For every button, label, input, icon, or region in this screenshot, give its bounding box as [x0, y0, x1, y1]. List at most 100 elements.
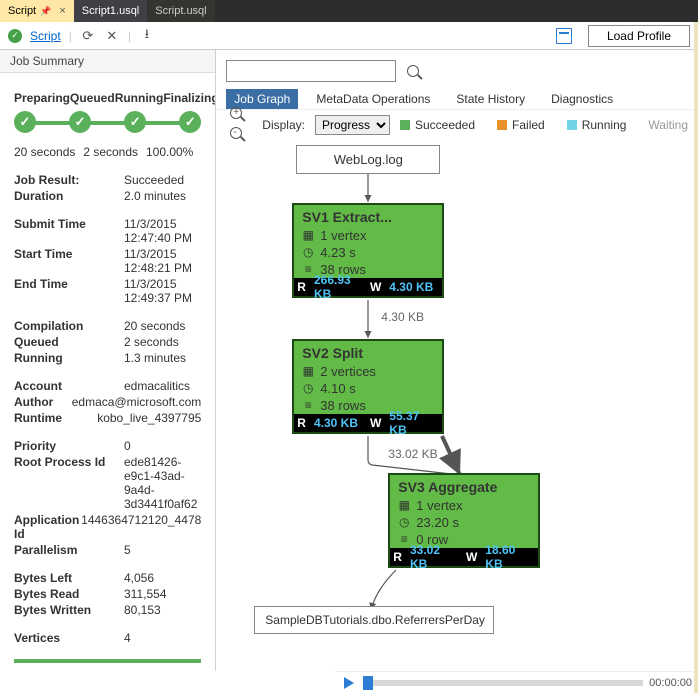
kv-row: Duration2.0 minutes — [14, 189, 201, 203]
kv-value: 311,554 — [124, 587, 201, 601]
cancel-icon[interactable]: ✕ — [104, 28, 120, 44]
load-profile-button[interactable]: Load Profile — [588, 25, 690, 47]
search-icon — [407, 65, 419, 77]
kv-row: Vertices4 — [14, 631, 201, 645]
kv-row: Accountedmacalitics — [14, 379, 201, 393]
feedback-icon[interactable] — [556, 28, 572, 44]
graph-node-sv2[interactable]: SV2 Split ▦2 vertices ◷4.10 s ≡38 rows R… — [292, 339, 444, 434]
kv-value: edmacalitics — [124, 379, 201, 393]
node-title: SV3 Aggregate — [390, 475, 538, 497]
stage-dot-icon — [14, 111, 36, 133]
status-check-icon — [8, 29, 22, 43]
kv-value: 80,153 — [124, 603, 201, 617]
kv-row: Job Result:Succeeded — [14, 173, 201, 187]
stage-label: Running — [115, 91, 164, 105]
legend-swatch-succeeded — [400, 120, 410, 130]
time-icon: ◷ — [302, 244, 314, 261]
stage-progress: Preparing Queued Running Finalizing — [14, 91, 201, 133]
kv-row: Bytes Written80,153 — [14, 603, 201, 617]
tab-script[interactable]: Script 📌 × — [0, 0, 74, 22]
tab-script1-usql[interactable]: Script1.usql — [74, 0, 147, 22]
kv-key: Compilation — [14, 319, 124, 333]
kv-value: 11/3/2015 12:49:37 PM — [124, 277, 201, 305]
divider — [14, 659, 201, 663]
stage-value: 2 seconds — [83, 145, 138, 159]
kv-key: End Time — [14, 277, 124, 305]
toolbar: Script | ⟳ ✕ | ⭳ Load Profile — [0, 22, 698, 50]
tab-job-graph[interactable]: Job Graph — [226, 89, 298, 109]
tab-script-usql[interactable]: Script.usql — [147, 0, 214, 22]
graph-edges — [216, 140, 698, 671]
kv-value: 5 — [124, 543, 201, 557]
refresh-icon[interactable]: ⟳ — [80, 28, 96, 44]
stage-dot-icon — [69, 111, 91, 133]
tab-diagnostics[interactable]: Diagnostics — [543, 89, 621, 109]
edge-label: 4.30 KB — [381, 310, 424, 324]
kv-key: Priority — [14, 439, 124, 453]
graph-canvas[interactable]: WebLog.log SV1 Extract... ▦1 vertex ◷4.2… — [216, 140, 698, 671]
kv-key: Parallelism — [14, 543, 124, 557]
stage-label: Queued — [70, 91, 115, 105]
kv-key: Duration — [14, 189, 124, 203]
graph-source-node[interactable]: WebLog.log — [296, 145, 440, 174]
kv-value: 2.0 minutes — [124, 189, 201, 203]
stage-dot-icon — [179, 111, 201, 133]
tab-metadata-operations[interactable]: MetaData Operations — [308, 89, 438, 109]
seek-knob[interactable] — [363, 676, 373, 690]
kv-value: 2 seconds — [124, 335, 201, 349]
kv-key: Queued — [14, 335, 124, 349]
kv-row: Running1.3 minutes — [14, 351, 201, 365]
job-summary-pane: Job Summary Preparing Queued Running Fin… — [0, 50, 216, 671]
scroll-strip — [694, 22, 698, 693]
close-icon[interactable]: × — [59, 5, 65, 17]
kv-key: Bytes Read — [14, 587, 124, 601]
kv-key: Runtime — [14, 411, 97, 425]
graph-node-sv1[interactable]: SV1 Extract... ▦1 vertex ◷4.23 s ≡38 row… — [292, 203, 444, 298]
right-tabs: Job Graph MetaData Operations State Hist… — [216, 88, 698, 110]
display-select[interactable]: Progress — [315, 115, 390, 135]
tab-state-history[interactable]: State History — [448, 89, 533, 109]
kv-key: Account — [14, 379, 124, 393]
pin-icon: 📌 — [40, 6, 51, 17]
kv-row: Parallelism5 — [14, 543, 201, 557]
kv-row: Submit Time11/3/2015 12:47:40 PM — [14, 217, 201, 245]
legend: Succeeded Failed Running Waiting — [400, 118, 688, 132]
kv-row: Compilation20 seconds — [14, 319, 201, 333]
kv-key: Application Id — [14, 513, 81, 541]
tab-label: Script — [8, 5, 36, 17]
kv-key: Running — [14, 351, 124, 365]
stage-value: 100.00% — [146, 145, 193, 159]
search-input[interactable] — [226, 60, 396, 82]
kv-key: Start Time — [14, 247, 124, 275]
kv-value: 0 — [124, 439, 201, 453]
kv-row: Start Time11/3/2015 12:48:21 PM — [14, 247, 201, 275]
graph-sink-node[interactable]: SampleDBTutorials.dbo.ReferrersPerDay — [254, 606, 494, 634]
seek-slider[interactable] — [363, 680, 643, 686]
download-icon[interactable]: ⭳ — [139, 28, 155, 44]
kv-key: Bytes Left — [14, 571, 124, 585]
script-link[interactable]: Script — [30, 29, 61, 43]
kv-value: kobo_live_4397795 — [97, 411, 201, 425]
graph-node-sv3[interactable]: SV3 Aggregate ▦1 vertex ◷23.20 s ≡0 row … — [388, 473, 540, 568]
vertex-icon: ▦ — [398, 497, 410, 514]
kv-key: Job Result: — [14, 173, 124, 187]
legend-swatch-failed — [497, 120, 507, 130]
rows-icon: ≡ — [302, 397, 314, 414]
kv-value: 4 — [124, 631, 201, 645]
kv-row: Application Id1446364712120_4478 — [14, 513, 201, 541]
kv-value: 1446364712120_4478 — [81, 513, 201, 541]
kv-key: Vertices — [14, 631, 124, 645]
kv-row: Queued2 seconds — [14, 335, 201, 349]
search-button[interactable] — [402, 60, 424, 82]
kv-row: Runtimekobo_live_4397795 — [14, 411, 201, 425]
kv-key: Root Process Id — [14, 455, 124, 511]
kv-row: Authoredmaca@microsoft.com — [14, 395, 201, 409]
tab-label: Script.usql — [155, 5, 206, 17]
play-button[interactable] — [341, 675, 357, 691]
zoom-in-button[interactable]: + — [230, 107, 246, 123]
playback-bar: 00:00:00 — [335, 671, 698, 693]
job-summary-header: Job Summary — [0, 50, 215, 73]
kv-value: 1.3 minutes — [124, 351, 201, 365]
display-label: Display: — [262, 118, 305, 132]
kv-row: End Time11/3/2015 12:49:37 PM — [14, 277, 201, 305]
